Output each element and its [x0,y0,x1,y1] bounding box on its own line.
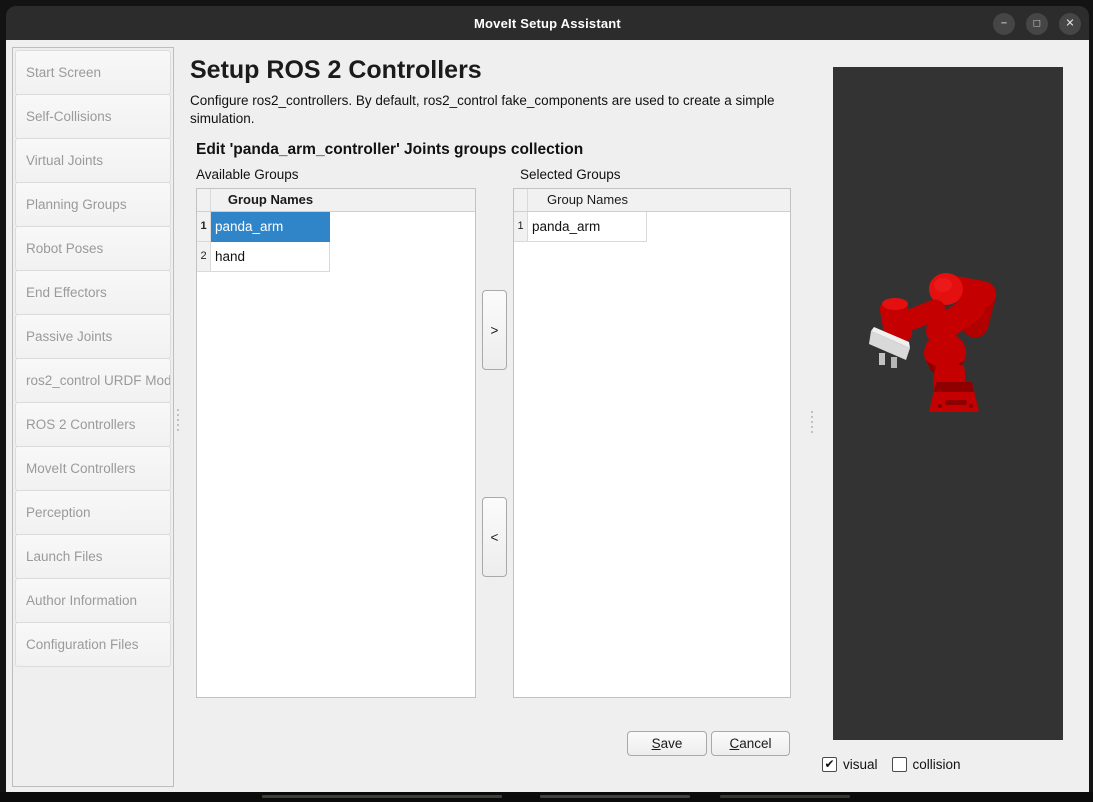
minimize-button[interactable]: − [993,13,1015,35]
checkbox-checked-icon: ✔ [822,757,837,772]
page-description: Configure ros2_controllers. By default, … [190,92,798,128]
collision-checkbox[interactable]: collision [892,757,961,772]
sidebar-item-passive-joints[interactable]: Passive Joints [15,314,171,359]
robot-3d-viewport[interactable] [833,67,1063,740]
row-number[interactable]: 1 [514,212,528,242]
sidebar-item-launch-files[interactable]: Launch Files [15,534,171,579]
sidebar-item-robot-poses[interactable]: Robot Poses [15,226,171,271]
available-groups-label: Available Groups [196,167,299,182]
visual-checkbox-label: visual [843,757,878,772]
move-to-selected-button[interactable]: > [482,290,507,370]
table-row: 1 panda_arm [514,212,790,242]
selected-groups-label: Selected Groups [520,167,621,182]
maximize-button[interactable]: □ [1026,13,1048,35]
available-group-cell-panda-arm[interactable]: panda_arm [211,212,330,242]
sidebar-item-self-collisions[interactable]: Self-Collisions [15,94,171,139]
sidebar-splitter-handle[interactable] [177,409,179,431]
selected-table-corner[interactable] [514,189,528,211]
page-title: Setup ROS 2 Controllers [190,56,482,85]
row-number[interactable]: 1 [197,212,211,242]
available-group-cell-hand[interactable]: hand [211,242,330,272]
sidebar-item-virtual-joints[interactable]: Virtual Joints [15,138,171,183]
visual-checkbox[interactable]: ✔ visual [822,757,878,772]
maximize-icon: □ [1034,18,1041,29]
sidebar-item-perception[interactable]: Perception [15,490,171,535]
selected-table-header-row: Group Names [514,189,790,212]
sidebar-item-ros2-control-urdf[interactable]: ros2_control URDF Mod [15,358,171,403]
collision-checkbox-label: collision [913,757,961,772]
available-table-header-row: Group Names [197,189,475,212]
section-title: Edit 'panda_arm_controller' Joints group… [196,141,583,159]
available-table-corner[interactable] [197,189,211,211]
background-window-strip [0,792,1093,802]
save-button[interactable]: Save [627,731,707,756]
window-controls: − □ ✕ [993,13,1081,35]
row-number[interactable]: 2 [197,242,211,272]
sidebar-item-planning-groups[interactable]: Planning Groups [15,182,171,227]
close-icon: ✕ [1065,18,1074,29]
titlebar[interactable]: MoveIt Setup Assistant − □ ✕ [6,6,1089,40]
selected-groups-table: Group Names 1 panda_arm [513,188,791,698]
sidebar-nav: Start Screen Self-Collisions Virtual Joi… [12,47,174,787]
minimize-icon: − [1001,18,1007,29]
table-row: 1 panda_arm [197,212,475,242]
checkbox-unchecked-icon [892,757,907,772]
robot-visualization [833,67,1063,740]
sidebar-item-moveit-controllers[interactable]: MoveIt Controllers [15,446,171,491]
window-title: MoveIt Setup Assistant [474,16,621,31]
selected-group-cell-panda-arm[interactable]: panda_arm [528,212,647,242]
selected-table-column-header[interactable]: Group Names [528,189,647,211]
available-groups-table: Group Names 1 panda_arm 2 hand [196,188,476,698]
table-row: 2 hand [197,242,475,272]
move-to-available-button[interactable]: < [482,497,507,577]
sidebar-item-author-information[interactable]: Author Information [15,578,171,623]
moveit-setup-assistant-window: MoveIt Setup Assistant − □ ✕ Start Scree… [0,0,1093,802]
sidebar-item-ros2-controllers[interactable]: ROS 2 Controllers [15,402,171,447]
sidebar-item-end-effectors[interactable]: End Effectors [15,270,171,315]
sidebar-item-configuration-files[interactable]: Configuration Files [15,622,171,667]
sidebar-item-start-screen[interactable]: Start Screen [15,50,171,95]
available-table-column-header[interactable]: Group Names [211,189,330,211]
cancel-button[interactable]: Cancel [711,731,790,756]
render-options: ✔ visual collision [822,757,961,772]
close-button[interactable]: ✕ [1059,13,1081,35]
viewport-splitter-handle[interactable] [811,411,813,433]
